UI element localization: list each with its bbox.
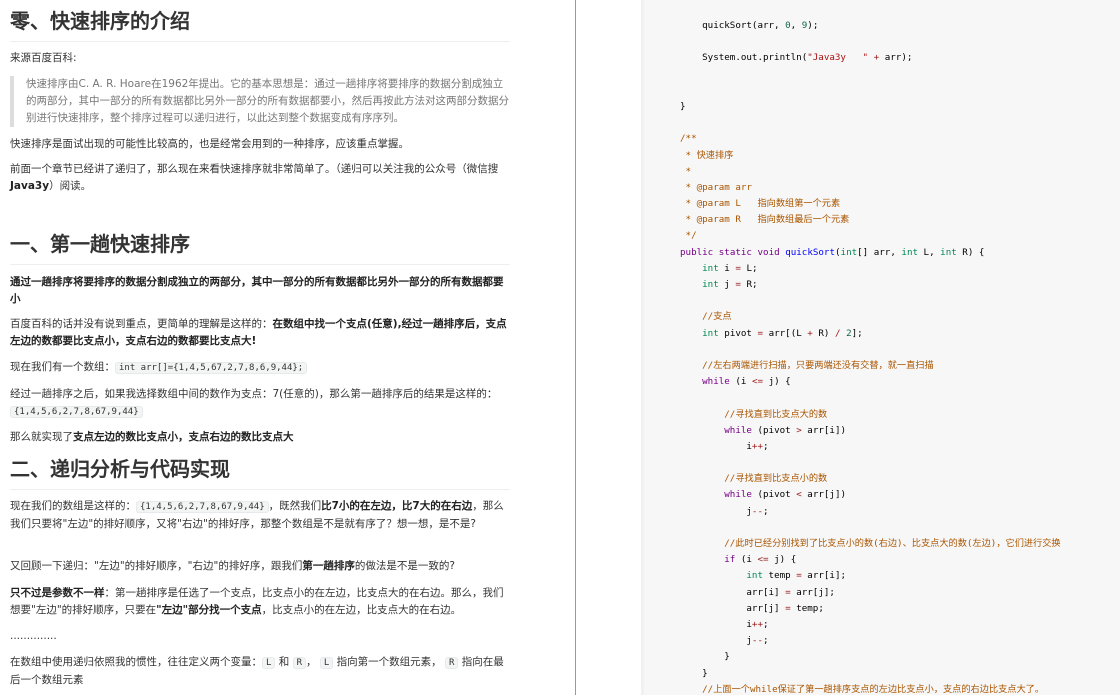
code-line: int pivot = arr[(L + R) / 2]; bbox=[702, 327, 863, 339]
code-line: while (i <= j) { bbox=[702, 376, 791, 388]
code-line: j--; bbox=[680, 505, 769, 517]
bold-text: 比7小的在左边，比7大的在右边 bbox=[321, 500, 473, 512]
code-line: } bbox=[680, 651, 730, 663]
text: 的做法是不是一致的? bbox=[354, 560, 455, 572]
text: 在数组中使用递归依照我的惯性，往往定义两个变量： bbox=[10, 656, 262, 668]
blockquote: 快速排序由C. A. R. Hoare在1962年提出。它的基本思想是：通过一趟… bbox=[10, 76, 510, 127]
code-line: //上面一个while保证了第一趟排序支点的左边比支点小，支点的右边比支点大了。 bbox=[680, 683, 1045, 695]
code-line: System.out.println("Java3y " + arr); bbox=[680, 52, 913, 64]
text: 和 bbox=[278, 656, 290, 668]
text: ，比支点小的在左边，比支点大的在右边。 bbox=[261, 604, 462, 616]
code-line: ​ bbox=[680, 520, 1061, 536]
code-line: * bbox=[680, 165, 692, 177]
code-line: } bbox=[680, 667, 708, 679]
code-line: ​ bbox=[680, 342, 1061, 358]
code-line: if (i <= j) { bbox=[724, 554, 797, 566]
code-pane[interactable]: quickSort(arr, 0, 9); ​ System.out.printl… bbox=[576, 0, 1120, 695]
code-line: ​ bbox=[680, 83, 1061, 99]
text: ，既然我们 bbox=[268, 500, 322, 512]
ellipsis: .............. bbox=[10, 630, 57, 642]
code-line: //支点 bbox=[680, 311, 732, 323]
paragraph-lr-variables: 在数组中使用递归依照我的惯性，往往定义两个变量： L 和 R， L 指向第一个数组… bbox=[10, 654, 510, 689]
code-line: i++; bbox=[680, 618, 769, 630]
code-line: //左右两端进行扫描，只要两端还没有交替，就一直扫描 bbox=[680, 359, 934, 371]
inline-code: R bbox=[444, 657, 459, 669]
code-line: * 快速排序 bbox=[680, 149, 734, 161]
paragraph-previous-chapter: 前面一个章节已经讲了递归了，那么现在来看快速排序就非常简单了。（递归可以关注我的… bbox=[10, 161, 510, 195]
code-line: i++; bbox=[680, 440, 769, 452]
paragraph-definition: 通过一趟排序将要排序的数据分割成独立的两部分，其中一部分的所有数据都比另外一部分… bbox=[10, 274, 510, 308]
code-line: * @param arr bbox=[680, 181, 752, 193]
code-line: ​ bbox=[680, 67, 1061, 83]
code-line: ​ bbox=[680, 293, 1061, 309]
bold-text: "左边"部分找一个支点 bbox=[156, 604, 262, 616]
text: 指向第一个数组元素， bbox=[336, 656, 442, 668]
code-line: quickSort(arr, 0, 9); bbox=[680, 20, 819, 31]
heading-intro: 零、快速排序的介绍 bbox=[10, 7, 510, 42]
inline-code: {1,4,5,6,2,7,8,67,9,44} bbox=[10, 406, 143, 418]
code-content: quickSort(arr, 0, 9); ​ System.out.printl… bbox=[680, 18, 1061, 695]
code-line: int temp = arr[i]; bbox=[746, 570, 847, 582]
text: 现在我们有一个数组： bbox=[10, 361, 115, 373]
paragraph-array: 现在我们有一个数组： int arr[]={1,4,5,67,2,7,8,6,9,… bbox=[10, 359, 510, 377]
code-line: */ bbox=[680, 230, 697, 242]
code-line: j--; bbox=[680, 635, 769, 647]
text: ）阅读。 bbox=[49, 180, 92, 192]
text: 又回顾一下递归："左边"的排好顺序，"右边"的排好序，跟我们 bbox=[10, 560, 303, 572]
paragraph-simple: 百度百科的话并没有说到重点，更简单的理解是这样的：在数组中找一个支点(任意),经… bbox=[10, 316, 510, 350]
code-line: //寻找直到比支点小的数 bbox=[680, 473, 828, 485]
inline-code: L bbox=[319, 657, 334, 669]
code-line: //此时已经分别找到了比支点小的数(右边)、比支点大的数(左边)，它们进行交换 bbox=[680, 538, 1061, 549]
text: 经过一趟排序之后，如果我选择数组中间的数作为支点：7(任意的)，那么第一趟排序后… bbox=[10, 388, 498, 400]
inline-code: R bbox=[292, 657, 307, 669]
article-pane[interactable]: 零、快速排序的介绍 来源百度百科: 快速排序由C. A. R. Hoare在19… bbox=[0, 0, 575, 695]
bold-text: 第一趟排序 bbox=[302, 560, 355, 572]
code-line: ​ bbox=[680, 390, 1061, 406]
code-line: //寻找直到比支点大的数 bbox=[680, 408, 828, 420]
bold-text: Java3y bbox=[10, 180, 50, 192]
bold-text: 通过一趟排序将要排序的数据分割成独立的两部分，其中一部分的所有数据都比另外一部分… bbox=[10, 276, 504, 305]
code-line: int i = L; bbox=[702, 262, 758, 274]
heading-recursion: 二、递归分析与代码实现 bbox=[10, 455, 510, 490]
quote-text: 快速排序由C. A. R. Hoare在1962年提出。它的基本思想是：通过一趟… bbox=[26, 78, 509, 124]
text: 百度百科的话并没有说到重点，更简单的理解是这样的： bbox=[10, 318, 273, 330]
paragraph-review: 又回顾一下递归："左边"的排好顺序，"右边"的排好序，跟我们第一趟排序的做法是不… bbox=[10, 558, 510, 575]
code-line: } bbox=[680, 100, 686, 112]
bold-text: 支点左边的数比支点小，支点右边的数比支点大 bbox=[73, 431, 294, 443]
heading-first-pass: 一、第一趟快速排序 bbox=[10, 230, 510, 265]
bold-text: 只不过是参数不一样 bbox=[10, 587, 105, 599]
paragraph-interview: 快速排序是面试出现的可能性比较高的，也是经常会用到的一种排序，应该重点掌握。 bbox=[10, 138, 409, 150]
paragraph-params: 只不过是参数不一样：第一趟排序是任选了一个支点，比支点小的在左边，比支点大的在右… bbox=[10, 585, 510, 619]
inline-code: {1,4,5,6,2,7,8,67,9,44} bbox=[136, 501, 269, 513]
paragraph-result: 那么就实现了支点左边的数比支点小，支点右边的数比支点大 bbox=[10, 429, 510, 446]
code-line: /** bbox=[680, 133, 697, 145]
code-line: while (pivot < arr[j]) bbox=[724, 489, 847, 501]
text: 现在我们的数组是这样的： bbox=[10, 500, 136, 512]
inline-code: L bbox=[262, 657, 276, 669]
source-label: 来源百度百科: bbox=[10, 52, 77, 64]
paragraph-after-pass: 经过一趟排序之后，如果我选择数组中间的数作为支点：7(任意的)，那么第一趟排序后… bbox=[10, 386, 510, 421]
inline-code: int arr[]={1,4,5,67,2,7,8,6,9,44}; bbox=[115, 362, 308, 374]
code-line: ​ bbox=[680, 34, 1061, 50]
code-line: ​ bbox=[680, 115, 1061, 131]
code-line: arr[i] = arr[j]; bbox=[680, 586, 835, 598]
code-line: arr[j] = temp; bbox=[680, 602, 824, 614]
paragraph-current-array: 现在我们的数组是这样的： {1,4,5,6,2,7,8,67,9,44} ，既然我们… bbox=[10, 498, 510, 533]
text: 前面一个章节已经讲了递归了，那么现在来看快速排序就非常简单了。（递归可以关注我的… bbox=[10, 163, 499, 175]
code-line: int j = R; bbox=[702, 279, 758, 290]
code-line: public static void quickSort(int[] arr, … bbox=[680, 246, 985, 258]
code-line: while (pivot > arr[i]) bbox=[724, 424, 847, 436]
text: 那么就实现了 bbox=[10, 431, 73, 443]
code-line: * @param R 指向数组最后一个元素 bbox=[680, 214, 850, 226]
code-line: * @param L 指向数组第一个元素 bbox=[680, 198, 841, 210]
code-line: ​ bbox=[680, 455, 1061, 471]
text: ， bbox=[306, 656, 317, 668]
code-block: quickSort(arr, 0, 9); ​ System.out.printl… bbox=[641, 0, 1120, 695]
